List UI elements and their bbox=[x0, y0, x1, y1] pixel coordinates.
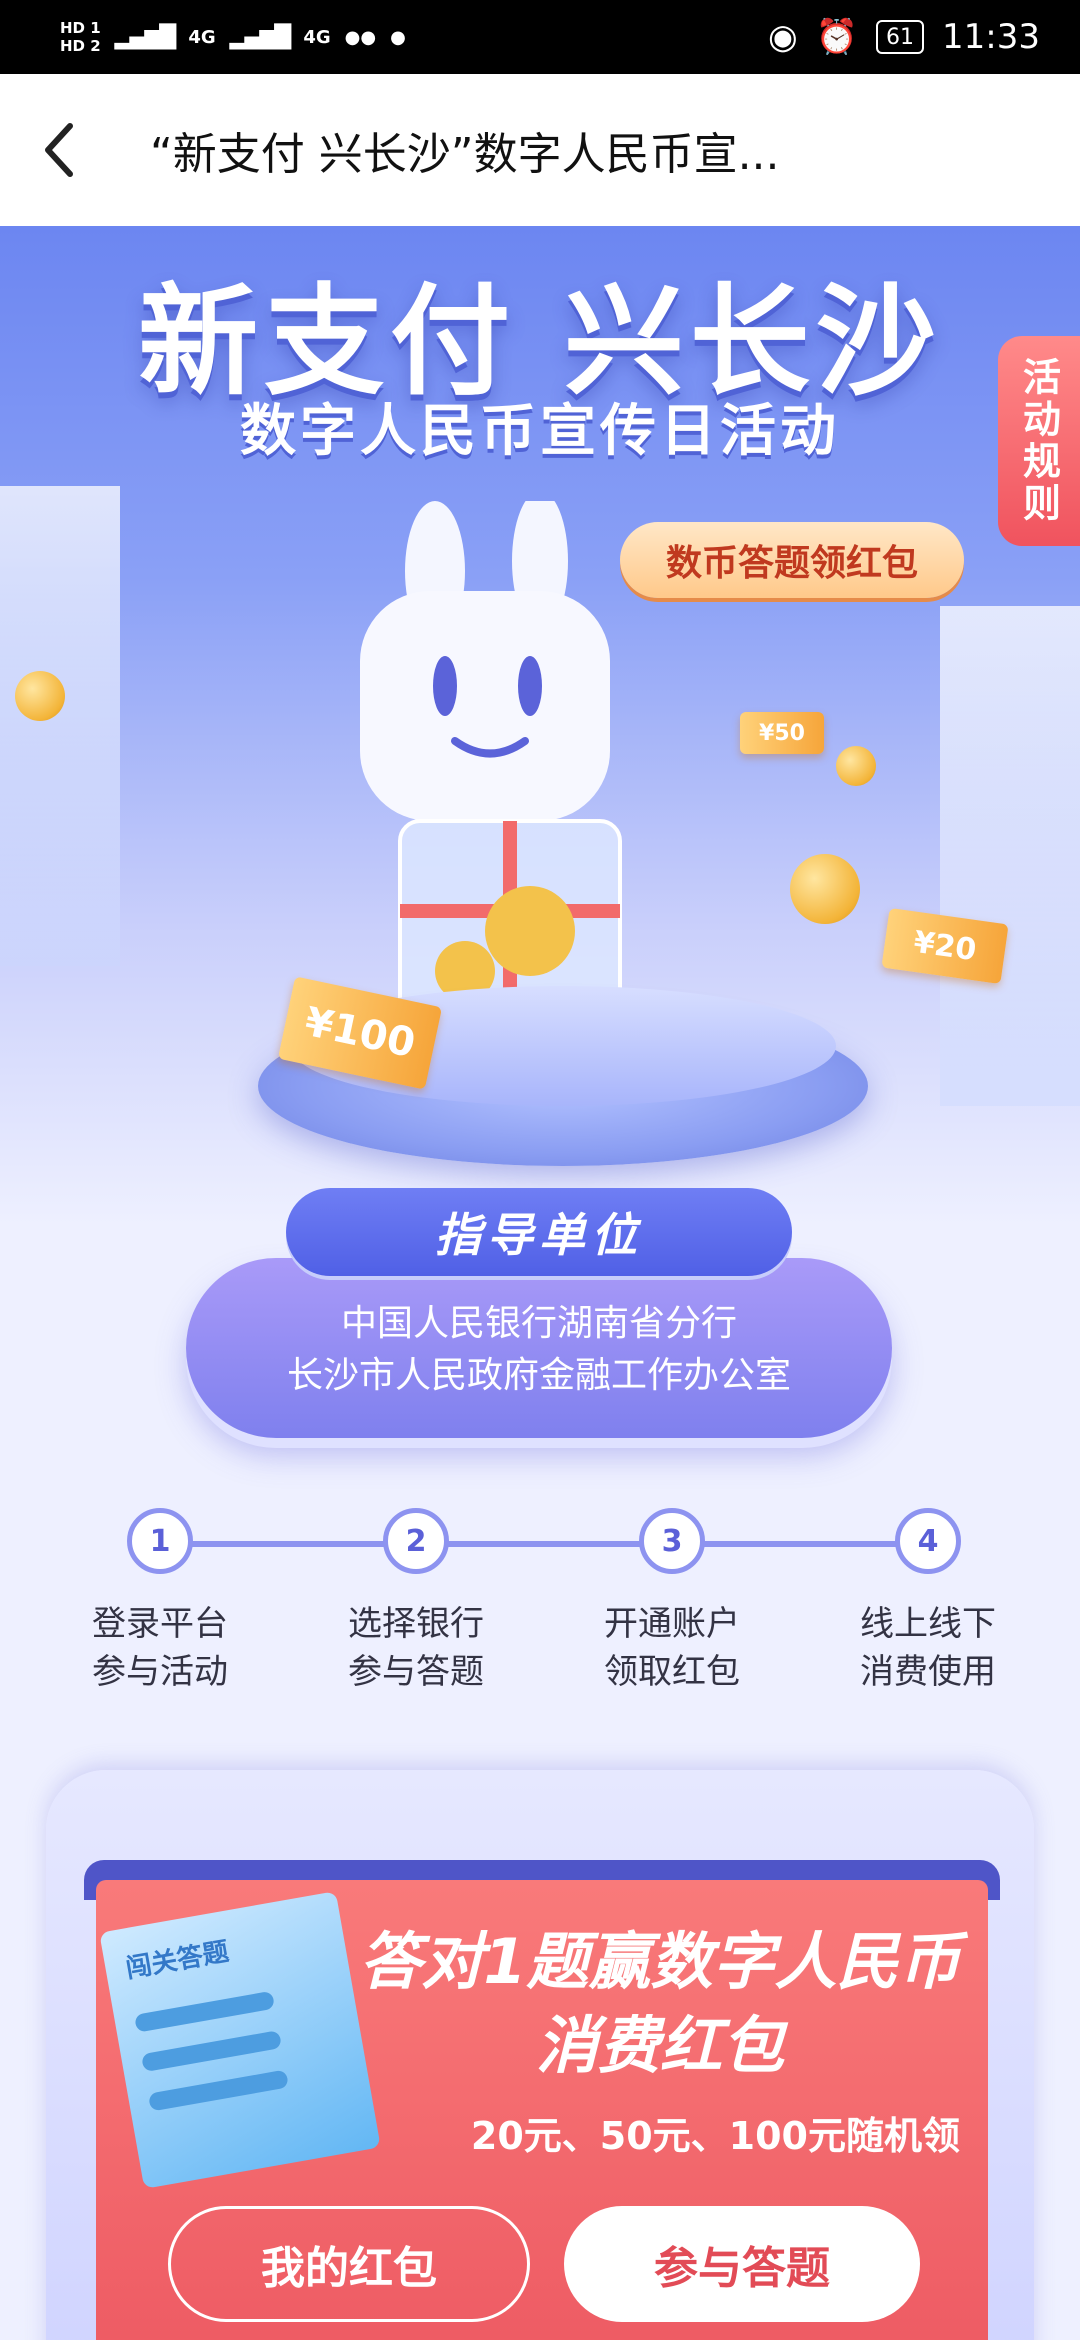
signal-icon-2: ▂▄▆█ bbox=[229, 24, 292, 50]
step-number: 4 bbox=[895, 1508, 961, 1574]
step-label-line1: 登录平台 bbox=[92, 1604, 228, 1644]
hero-subtitle: 数字人民币宣传日活动 bbox=[240, 399, 840, 464]
join-quiz-button[interactable]: 参与答题 bbox=[564, 2206, 920, 2322]
coin-icon bbox=[836, 746, 876, 786]
status-bar: HD 1 HD 2 ▂▄▆█ 4G ▂▄▆█ 4G ●● ● ◉ ⏰ 61 11… bbox=[0, 0, 1080, 74]
step-item: 1 登录平台 参与活动 bbox=[60, 1508, 260, 1696]
hd1-label: HD 1 bbox=[60, 19, 101, 37]
step-label-line2: 消费使用 bbox=[860, 1652, 996, 1692]
steps-connector bbox=[155, 1541, 935, 1547]
step-label: 开通账户 领取红包 bbox=[572, 1600, 772, 1696]
activity-rules-tab[interactable]: 活动规则 bbox=[998, 336, 1080, 546]
quiz-amounts: 20元、50元、100元随机领 bbox=[470, 2114, 960, 2158]
step-label-line1: 选择银行 bbox=[348, 1604, 484, 1644]
quiz-headline-line2: 消费红包 bbox=[535, 2009, 784, 2082]
step-item: 2 选择银行 参与答题 bbox=[316, 1508, 516, 1696]
net1-label: 4G bbox=[188, 26, 216, 48]
paper-title: 闯关答题 bbox=[123, 1936, 232, 1985]
wechat-icon: ●● bbox=[344, 26, 377, 48]
quiz-headline: 答对1题赢数字人民币 消费红包 bbox=[340, 1920, 980, 2088]
mascot-illustration bbox=[360, 501, 622, 1023]
step-label: 登录平台 参与活动 bbox=[60, 1600, 260, 1696]
coin-icon bbox=[790, 854, 860, 924]
hd-badges: HD 1 HD 2 bbox=[60, 20, 101, 54]
battery-indicator: 61 bbox=[876, 20, 925, 54]
signal-icon: ▂▄▆█ bbox=[114, 24, 177, 50]
step-number: 2 bbox=[383, 1508, 449, 1574]
back-button[interactable] bbox=[0, 74, 120, 226]
guide-unit-section: 指导单位 中国人民银行湖南省分行 长沙市人民政府金融工作办公室 bbox=[186, 1188, 892, 1438]
step-label-line1: 开通账户 bbox=[604, 1604, 740, 1644]
city-building-right bbox=[940, 606, 1080, 1106]
hero-banner: 新支付 兴长沙 数字人民币宣传日活动 数币答题领红包 活动规则 ¥100 ¥50… bbox=[0, 226, 1080, 1226]
step-label: 选择银行 参与答题 bbox=[316, 1600, 516, 1696]
page-title: “新支付 兴长沙”数字人民币宣... bbox=[150, 129, 780, 180]
step-item: 3 开通账户 领取红包 bbox=[572, 1508, 772, 1696]
title-bar: “新支付 兴长沙”数字人民币宣... bbox=[0, 74, 1080, 226]
alarm-icon: ⏰ bbox=[815, 17, 859, 57]
eye-icon: ◉ bbox=[768, 17, 798, 57]
step-label-line2: 参与答题 bbox=[348, 1652, 484, 1692]
step-label-line2: 参与活动 bbox=[92, 1652, 228, 1692]
message-icon: ● bbox=[390, 26, 406, 48]
ticket-50: ¥50 bbox=[740, 712, 824, 754]
paper-lines bbox=[134, 1980, 348, 2112]
hd2-label: HD 2 bbox=[60, 37, 101, 55]
step-label: 线上线下 消费使用 bbox=[828, 1600, 1028, 1696]
quiz-bubble: 数币答题领红包 bbox=[620, 522, 964, 598]
step-label-line2: 领取红包 bbox=[604, 1652, 740, 1692]
step-number: 3 bbox=[639, 1508, 705, 1574]
step-item: 4 线上线下 消费使用 bbox=[828, 1508, 1028, 1696]
guide-line-1: 中国人民银行湖南省分行 bbox=[340, 1303, 737, 1344]
status-left: HD 1 HD 2 ▂▄▆█ 4G ▂▄▆█ 4G ●● ● bbox=[60, 20, 406, 54]
quiz-headline-line1: 答对1题赢数字人民币 bbox=[359, 1925, 961, 1998]
guide-line-2: 长沙市人民政府金融工作办公室 bbox=[286, 1355, 791, 1396]
status-right: ◉ ⏰ 61 11:33 bbox=[768, 17, 1040, 57]
step-label-line1: 线上线下 bbox=[860, 1604, 996, 1644]
step-number: 1 bbox=[127, 1508, 193, 1574]
guide-unit-text: 中国人民银行湖南省分行 长沙市人民政府金融工作办公室 bbox=[186, 1298, 892, 1402]
quiz-paper-illustration: 闯关答题 bbox=[99, 1891, 381, 2189]
steps-section: 1 登录平台 参与活动 2 选择银行 参与答题 3 开通账户 领取红包 4 线上… bbox=[60, 1508, 1020, 1708]
net2-label: 4G bbox=[303, 26, 331, 48]
city-building-left bbox=[0, 486, 120, 966]
chevron-left-icon bbox=[45, 123, 73, 177]
coin-icon bbox=[15, 671, 65, 721]
guide-unit-tab: 指导单位 bbox=[286, 1188, 792, 1276]
my-red-packet-button[interactable]: 我的红包 bbox=[168, 2206, 530, 2322]
clock-time: 11:33 bbox=[942, 17, 1040, 57]
